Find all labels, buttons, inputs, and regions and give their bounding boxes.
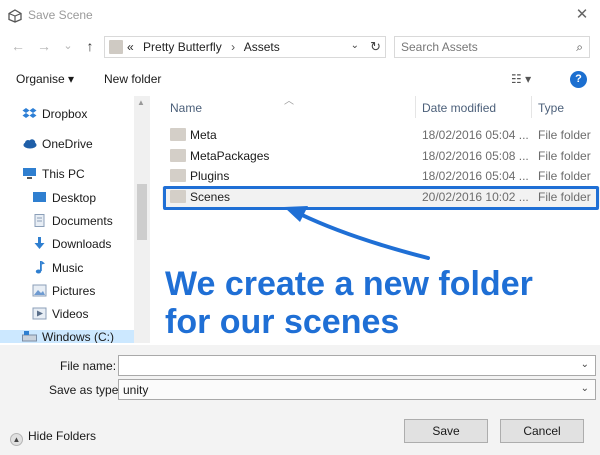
sidebar-item-label: Dropbox	[42, 107, 88, 121]
folder-icon	[170, 128, 186, 141]
music-icon	[35, 261, 45, 274]
address-bar[interactable]: « Pretty Butterfly › Assets ⌄ ↻	[104, 36, 386, 58]
command-toolbar: Organise ▾ New folder ☷ ▾ ?	[0, 64, 600, 94]
file-type: File folder	[538, 149, 591, 163]
window-title: Save Scene	[28, 8, 93, 22]
folder-icon	[109, 40, 123, 54]
sidebar-item-label: Music	[52, 261, 84, 275]
sidebar-item-label: Videos	[52, 307, 89, 321]
chevron-down-icon[interactable]: ⌄	[581, 359, 589, 370]
sidebar-item-onedrive[interactable]: OneDrive	[22, 137, 93, 155]
navigation-pane: Dropbox OneDrive This PC Desktop Documen…	[0, 96, 150, 343]
sidebar-item-label: Pictures	[52, 284, 96, 298]
cancel-button[interactable]: Cancel	[500, 419, 584, 443]
file-row-metapackages[interactable]: MetaPackages 18/02/2016 05:08 ... File f…	[162, 146, 600, 166]
videos-icon	[32, 307, 47, 320]
cloud-icon	[23, 139, 37, 149]
sidebar-item-label: Downloads	[52, 237, 112, 251]
close-icon[interactable]: ✕	[572, 5, 592, 25]
scrollbar-thumb[interactable]	[137, 184, 147, 240]
title-bar: Save Scene ✕	[0, 0, 600, 32]
file-row-plugins[interactable]: Plugins 18/02/2016 05:04 ... File folder	[162, 166, 600, 186]
column-header-date-modified[interactable]: Date modified	[422, 96, 496, 118]
column-divider[interactable]	[531, 96, 532, 118]
file-name-field[interactable]: ⌄	[118, 355, 596, 376]
annotation-line-1: We create a new folder	[165, 265, 533, 303]
back-arrow-icon[interactable]: ←	[10, 38, 26, 54]
file-type: File folder	[538, 128, 591, 142]
sidebar-item-music[interactable]: Music	[32, 261, 83, 279]
chevron-down-icon[interactable]: ⌄	[581, 383, 589, 394]
annotation-text: We create a new folder for our scenes	[165, 265, 533, 341]
sidebar-item-downloads[interactable]: Downloads	[32, 237, 111, 255]
sidebar-item-windows-c[interactable]: Windows (C:)	[0, 330, 150, 343]
save-as-type-select[interactable]: unity ⌄	[118, 379, 596, 400]
sidebar-item-label: Documents	[52, 214, 113, 228]
dropbox-icon	[22, 108, 37, 118]
file-date: 18/02/2016 05:04 ...	[422, 128, 529, 142]
sidebar-item-label: This PC	[42, 167, 85, 181]
navigation-bar: ← → ⌄ ↑ « Pretty Butterfly › Assets ⌄ ↻ …	[0, 32, 600, 62]
chevron-down-icon[interactable]: ⌄	[351, 40, 359, 51]
save-as-type-value: unity	[123, 383, 149, 397]
breadcrumb-item-pretty-butterfly[interactable]: Pretty Butterfly	[143, 40, 222, 54]
file-name: Meta	[190, 128, 217, 142]
navigation-scrollbar[interactable]: ▲	[134, 96, 150, 343]
search-icon[interactable]: ⌕	[576, 40, 583, 55]
file-row-meta[interactable]: Meta 18/02/2016 05:04 ... File folder	[162, 125, 600, 145]
file-date: 18/02/2016 05:04 ...	[422, 169, 529, 183]
column-header-name[interactable]: Name	[170, 96, 202, 118]
sidebar-item-documents[interactable]: Documents	[32, 214, 113, 232]
sidebar-item-dropbox[interactable]: Dropbox	[22, 107, 87, 125]
sidebar-item-pictures[interactable]: Pictures	[32, 284, 95, 302]
organise-button[interactable]: Organise ▾	[16, 72, 74, 86]
computer-icon	[23, 168, 36, 179]
file-name: MetaPackages	[190, 149, 270, 163]
save-form: File name: ⌄ Save as type: unity ⌄	[0, 345, 600, 405]
up-arrow-icon[interactable]: ↑	[82, 38, 98, 54]
sidebar-item-label: OneDrive	[42, 137, 93, 151]
file-date: 18/02/2016 05:08 ...	[422, 149, 529, 163]
folder-icon	[170, 149, 186, 162]
breadcrumb: « Pretty Butterfly › Assets	[127, 40, 286, 54]
file-type: File folder	[538, 169, 591, 183]
column-header-type[interactable]: Type	[538, 96, 564, 118]
chevron-up-icon: ▲	[10, 433, 23, 446]
forward-arrow-icon[interactable]: →	[36, 38, 52, 54]
downloads-icon	[34, 237, 45, 249]
view-options-icon[interactable]: ☷ ▾	[511, 72, 547, 88]
highlight-box	[163, 186, 599, 210]
column-divider[interactable]	[415, 96, 416, 118]
refresh-icon[interactable]: ↻	[370, 39, 381, 55]
search-input[interactable]	[401, 40, 561, 54]
pictures-icon	[32, 284, 47, 297]
breadcrumb-separator: ›	[231, 40, 236, 54]
file-name: Plugins	[190, 169, 230, 183]
breadcrumb-overflow[interactable]: «	[127, 40, 134, 54]
new-folder-button[interactable]: New folder	[104, 72, 161, 86]
dialog-footer: ▲ Hide Folders Save Cancel	[0, 405, 600, 455]
hide-folders-label: Hide Folders	[28, 429, 97, 443]
documents-icon	[34, 214, 45, 227]
recent-locations-icon[interactable]: ⌄	[60, 38, 76, 54]
sidebar-item-label: Windows (C:)	[42, 330, 115, 343]
file-name-label: File name:	[60, 359, 117, 373]
drive-icon	[22, 331, 37, 342]
hide-folders-button[interactable]: ▲ Hide Folders	[10, 429, 96, 446]
breadcrumb-item-assets[interactable]: Assets	[244, 40, 280, 54]
annotation-line-2: for our scenes	[165, 303, 400, 341]
save-as-type-label: Save as type:	[49, 383, 122, 397]
desktop-icon	[33, 192, 46, 202]
help-icon[interactable]: ?	[570, 71, 587, 88]
search-box[interactable]: ⌕	[394, 36, 590, 58]
unity-icon	[8, 9, 22, 23]
sort-ascending-icon: ︿	[284, 96, 294, 107]
sidebar-item-label: Desktop	[52, 191, 97, 205]
sidebar-item-videos[interactable]: Videos	[32, 307, 88, 325]
save-button[interactable]: Save	[404, 419, 488, 443]
sidebar-item-desktop[interactable]: Desktop	[32, 191, 96, 209]
sidebar-item-this-pc[interactable]: This PC	[22, 167, 85, 185]
folder-icon	[170, 169, 186, 182]
scroll-up-icon[interactable]: ▲	[137, 98, 145, 107]
